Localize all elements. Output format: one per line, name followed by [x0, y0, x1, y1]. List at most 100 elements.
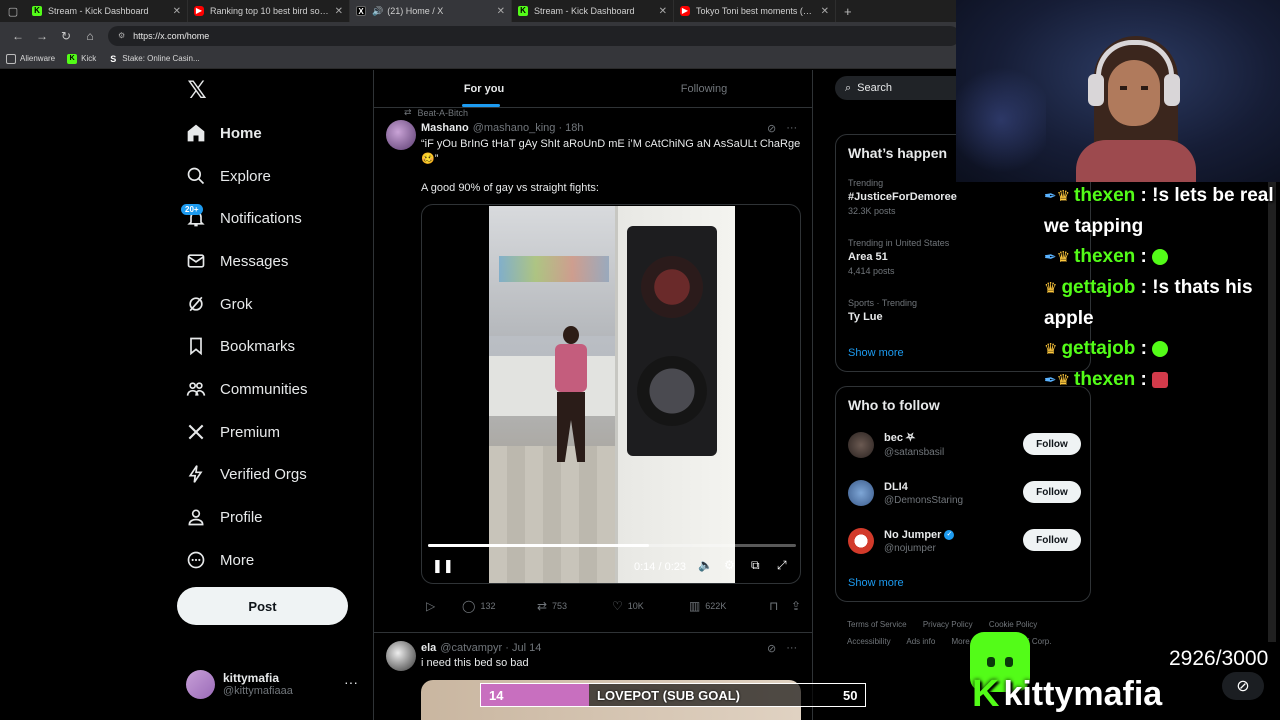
- who-to-follow-panel: Who to follow bec ⛧ @satansbasil Follow …: [835, 386, 1091, 602]
- footer-link[interactable]: Accessibility: [847, 637, 891, 646]
- url-input[interactable]: ⚙ https://x.com/home: [108, 25, 960, 46]
- bookmarks-bar: Alienware K Kick S Stake: Online Casin..…: [0, 49, 960, 69]
- bookmark-kick[interactable]: K Kick: [67, 53, 96, 64]
- trend-item[interactable]: Trending #JusticeForDemoree 32.3K posts: [848, 178, 957, 216]
- browser-tab-3[interactable]: X 🔊 (21) Home / X ✕: [350, 0, 512, 22]
- sidebar-item-communities[interactable]: Communities: [184, 374, 308, 404]
- trend-item[interactable]: Trending in United States Area 51 4,414 …: [848, 238, 949, 276]
- reply-button[interactable]: ◯ 132: [462, 599, 537, 613]
- bookmark-icon[interactable]: ⊓: [769, 599, 791, 613]
- stake-favicon-icon: S: [110, 53, 117, 64]
- avatar[interactable]: [386, 120, 416, 150]
- forward-icon[interactable]: →: [30, 29, 54, 43]
- avatar[interactable]: [386, 641, 416, 671]
- tweet-author-handle[interactable]: @mashano_king · 18h: [473, 122, 584, 134]
- window-menu-icon[interactable]: ▢: [0, 0, 26, 22]
- follow-suggestion[interactable]: No Jumper ✓ @nojumper Follow: [848, 524, 1081, 558]
- browser-tab-5[interactable]: ▶ Tokyo Toni best moments (Comp ✕: [674, 0, 836, 22]
- tweet-author-name[interactable]: Mashano: [421, 122, 469, 134]
- tab-close-icon[interactable]: ✕: [173, 6, 181, 17]
- chat-username: thexen: [1074, 185, 1136, 206]
- views-chart-icon: ▥: [688, 599, 701, 613]
- tweet-author-handle[interactable]: @catvampyr · Jul 14: [440, 642, 541, 654]
- browser-tab-4[interactable]: K Stream - Kick Dashboard ✕: [512, 0, 674, 22]
- more-dots-icon[interactable]: ···: [786, 122, 797, 135]
- tab-following[interactable]: Following: [594, 70, 812, 107]
- chat-username: thexen: [1074, 246, 1136, 267]
- tab-close-icon[interactable]: ✕: [659, 6, 667, 17]
- stream-chat-overlay: ✒♛ thexen : !s lets be real we tapping ✒♛…: [1044, 181, 1274, 396]
- repost-indicator: ⇄ Beat-A-Bitch: [404, 107, 468, 118]
- account-switcher[interactable]: kittymafia @kittymafiaaa ···: [186, 668, 366, 700]
- footer-link[interactable]: Ads info: [906, 637, 935, 646]
- video-player[interactable]: ❚❚ 0:14 / 0:23 🔈 ⚙ ⧉ ⤢: [421, 204, 801, 584]
- home-icon: [184, 121, 208, 145]
- post-button[interactable]: Post: [177, 587, 348, 625]
- tweet-tools: ⊘ ···: [767, 122, 797, 135]
- sidebar-item-more[interactable]: More: [184, 545, 254, 575]
- back-icon[interactable]: ←: [6, 29, 30, 43]
- site-info-icon[interactable]: ⚙: [118, 31, 125, 40]
- browser-tab-1[interactable]: K Stream - Kick Dashboard ✕: [26, 0, 188, 22]
- fullscreen-icon[interactable]: ⤢: [777, 558, 787, 573]
- grok-icon[interactable]: ⊘: [767, 122, 776, 135]
- more-dots-icon[interactable]: ···: [344, 674, 358, 690]
- sidebar-item-profile[interactable]: Profile: [184, 502, 263, 532]
- settings-gear-icon[interactable]: ⚙: [724, 558, 735, 572]
- footer-link[interactable]: Terms of Service: [847, 620, 907, 629]
- sidebar-item-messages[interactable]: Messages: [184, 246, 288, 276]
- sub-goal-target: 50: [843, 688, 858, 703]
- bookmark-alienware[interactable]: Alienware: [6, 53, 56, 64]
- sidebar-item-label: Grok: [220, 295, 253, 313]
- share-icon[interactable]: ⇪: [791, 599, 806, 613]
- show-more-link[interactable]: Show more: [848, 347, 904, 359]
- sidebar-item-label: Explore: [220, 167, 271, 185]
- sidebar-item-home[interactable]: Home: [184, 118, 262, 148]
- tab-close-icon[interactable]: ✕: [335, 6, 343, 17]
- grok-icon[interactable]: ⊘: [767, 642, 776, 655]
- show-more-link[interactable]: Show more: [848, 577, 904, 589]
- follow-suggestion[interactable]: bec ⛧ @satansbasil Follow: [848, 428, 1081, 462]
- sidebar-item-label: Premium: [220, 423, 281, 441]
- more-dots-icon[interactable]: ···: [786, 642, 797, 655]
- footer-link[interactable]: Privacy Policy: [923, 620, 973, 629]
- trend-item[interactable]: Sports · Trending Ty Lue: [848, 298, 917, 323]
- grok-icon[interactable]: ⊘: [1222, 672, 1264, 700]
- sidebar-item-explore[interactable]: Explore: [184, 161, 271, 191]
- tab-close-icon[interactable]: ✕: [821, 6, 829, 17]
- chat-message: ♛ gettajob : !s thats his apple: [1044, 277, 1253, 329]
- pause-icon[interactable]: ❚❚: [432, 558, 454, 574]
- footer-link[interactable]: Cookie Policy: [989, 620, 1037, 629]
- sidebar-item-verified-orgs[interactable]: Verified Orgs: [184, 459, 307, 489]
- repost-button[interactable]: ⇄ 753: [537, 599, 612, 613]
- follow-button[interactable]: Follow: [1023, 433, 1081, 455]
- repost-by[interactable]: Beat-A-Bitch: [418, 108, 469, 118]
- new-tab-icon[interactable]: +: [836, 4, 860, 19]
- home-browser-icon[interactable]: ⌂: [78, 29, 102, 43]
- like-button[interactable]: ♡ 10K: [612, 599, 689, 613]
- browser-tab-2[interactable]: ▶ Ranking top 10 best bird sounds ✕: [188, 0, 350, 22]
- bookmark-label: Alienware: [20, 54, 56, 63]
- volume-icon[interactable]: 🔈: [698, 558, 713, 572]
- tweet-author-name[interactable]: ela: [421, 642, 436, 654]
- pip-icon[interactable]: ⧉: [751, 558, 760, 573]
- bookmark-stake[interactable]: S Stake: Online Casin...: [108, 54, 199, 64]
- reload-icon[interactable]: ↻: [54, 29, 78, 43]
- play-circle-icon[interactable]: ▷: [426, 599, 462, 613]
- views-button[interactable]: ▥ 622K: [689, 599, 769, 613]
- sidebar-item-bookmarks[interactable]: Bookmarks: [184, 331, 295, 361]
- tab-close-icon[interactable]: ✕: [497, 6, 505, 17]
- follow-button[interactable]: Follow: [1023, 481, 1081, 503]
- sidebar-item-label: Home: [220, 124, 262, 142]
- x-logo-icon[interactable]: 𝕏: [184, 78, 210, 104]
- sidebar-item-premium[interactable]: Premium: [184, 417, 280, 447]
- follow-suggestion[interactable]: DLI4 @DemonsStaring Follow: [848, 476, 1081, 510]
- follow-button[interactable]: Follow: [1023, 529, 1081, 551]
- video-progress-bar[interactable]: [428, 544, 796, 547]
- speaker-icon[interactable]: 🔊: [372, 6, 383, 17]
- tab-for-you[interactable]: For you: [374, 70, 594, 107]
- chat-username: thexen: [1074, 369, 1136, 390]
- sidebar-item-grok[interactable]: Grok: [184, 289, 253, 319]
- bookmark-label: Stake: Online Casin...: [122, 54, 200, 63]
- webcam-feed: [956, 0, 1280, 182]
